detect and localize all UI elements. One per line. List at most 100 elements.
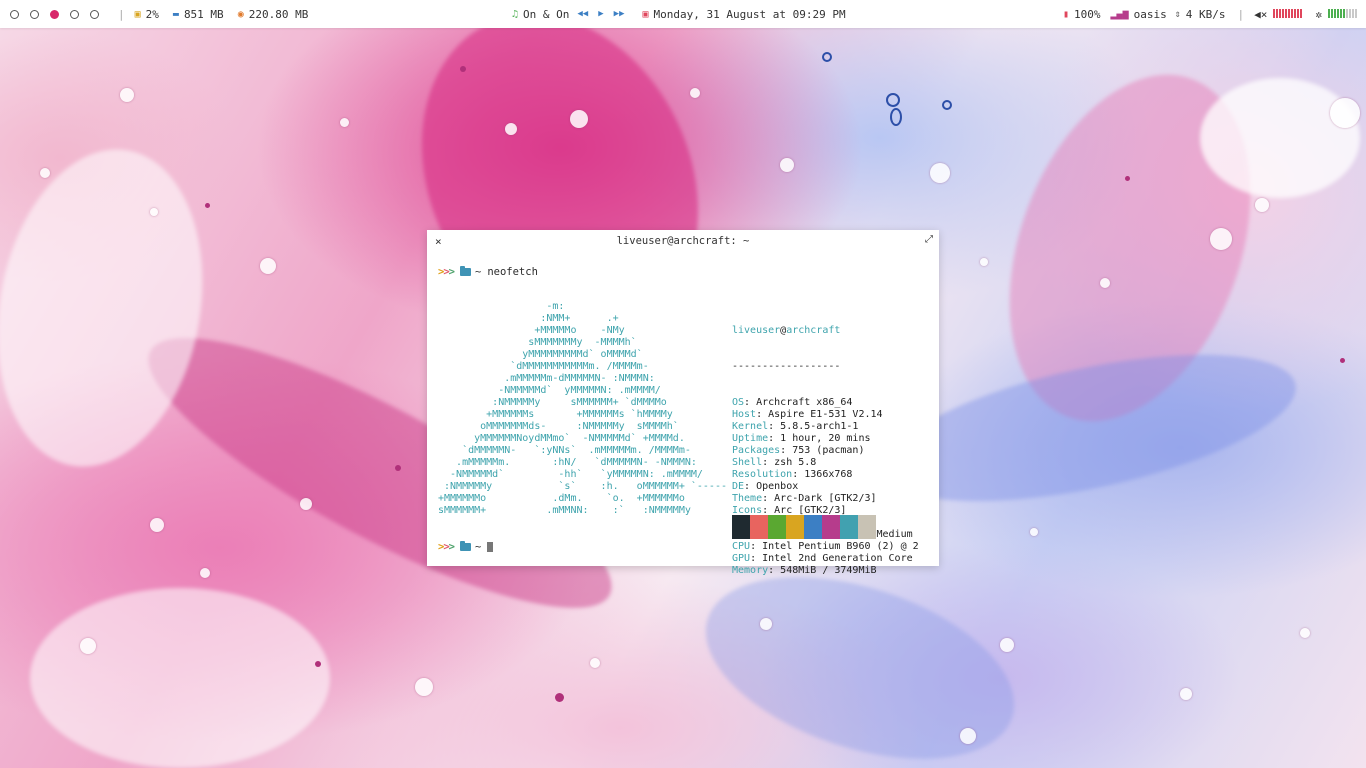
info-row: Packages: 753 (pacman) [732,445,865,456]
info-row: Resolution: 1366x768 [732,469,853,480]
volume-icon[interactable]: ◀× [1254,8,1267,21]
cpu-icon: ▣ [134,8,141,20]
terminal-body[interactable]: >>> ~ neofetch -m: :NMM+ .+ +MMMMMo -NMy… [427,252,939,576]
calendar-icon: ▣ [642,8,649,20]
info-row: Uptime: 1 hour, 20 mins [732,433,871,444]
ascii-line: oMMMMMMMds- :NMMMMMy sMMMMh` [438,421,679,432]
info-value: Intel 2nd Generation Core [762,553,913,564]
date-time: Monday, 31 August at 09:29 PM [653,7,846,21]
ascii-line: sMMMMMMMy -MMMMh` [438,337,637,348]
info-row: OS: Archcraft x86_64 [732,397,853,408]
network-name: oasis [1133,7,1167,21]
music-note-icon: ♫ [512,8,519,20]
ascii-line: `dMMMMMN- `:yNNs` .mMMMMMm. /MMMMm- [438,445,691,456]
color-palette [732,515,876,539]
info-key: OS [732,397,745,408]
next-icon[interactable]: ▶▶ [614,9,625,19]
previous-icon[interactable]: ◀◀ [577,9,588,19]
right-modules: ▮ 100% ▂▄▆ oasis ⇕ 4 KB/s | ◀× ✲ [1063,0,1358,28]
window-title: liveuser@archcraft: ~ [616,235,750,247]
text-cursor[interactable] [487,542,494,552]
terminal-titlebar[interactable]: × liveuser@archcraft: ~ ⤢ [427,230,939,252]
signal-icon: ▂▄▆ [1110,8,1129,20]
info-row: Memory: 548MiB / 3749MiB [732,565,877,576]
info-value: Archcraft x86_64 [756,397,853,408]
maximize-icon[interactable]: ⤢ [925,234,933,245]
ascii-line: yMMMMMMMMMd` oMMMMd` [438,349,643,360]
ascii-line: yMMMMMMNoydMMmo` -NMMMMMd` +MMMMd. [438,433,685,444]
info-key: Shell [732,457,763,468]
palette-swatch [732,515,750,539]
network-speed: 4 KB/s [1185,7,1226,21]
volume-slider[interactable] [1273,8,1303,21]
ascii-line: .mMMMMMm. :hN/ `dMMMMMN- -NMMMN: [438,457,697,468]
info-rule: ------------------ [732,361,841,372]
info-value: 548MiB / 3749MiB [780,565,877,576]
separator: | [1237,7,1245,21]
info-key: Resolution [732,469,793,480]
center-modules: ♫ On & On ◀◀ ▶ ▶▶ ▣ Monday, 31 August at… [512,0,860,28]
info-row: Host: Aspire E1-531 V2.14 [732,409,883,420]
ascii-line: +MMMMMMo .dMm. `o. +MMMMMMo [438,493,685,504]
memory-module[interactable]: ▬ 851 MB [173,8,224,21]
info-value: 753 (pacman) [792,445,865,456]
brightness-icon[interactable]: ✲ [1315,8,1322,21]
workspace-1[interactable] [10,9,19,19]
info-value: 1 hour, 20 mins [780,433,871,444]
music-module[interactable]: ♫ On & On [512,8,569,21]
info-row: CPU: Intel Pentium B960 (2) @ 2 [732,541,919,552]
ascii-line: :NMMMMMy sMMMMMM+ `dMMMMo [438,397,667,408]
palette-swatch [804,515,822,539]
prompt-dir: ~ [474,541,482,553]
workspace-4[interactable] [70,9,79,19]
info-key: Host [732,409,757,420]
cpu-module[interactable]: ▣ 2% [135,8,159,21]
info-key: DE [732,481,745,492]
network-module[interactable]: ▂▄▆ oasis ⇕ 4 KB/s [1111,8,1226,21]
system-info: liveuser@archcraft ------------------ OS… [732,301,919,601]
disk-icon: ◉ [237,8,244,20]
user-host: liveuser@archcraft [732,325,841,336]
brightness-slider[interactable] [1328,8,1358,21]
command-text: neofetch [487,266,538,278]
info-row: Shell: zsh 5.8 [732,457,817,468]
workspace-3[interactable] [50,9,59,19]
ascii-line: :NMMMMMy `s` :h. oMMMMMM+ `----- [438,481,727,492]
memory-icon: ▬ [172,8,179,20]
info-row: Kernel: 5.8.5-arch1-1 [732,421,859,432]
ascii-line: -NMMMMMd` -hh` `yMMMMMN: .mMMMM/ [438,469,703,480]
close-icon[interactable]: × [435,235,442,248]
ascii-logo: -m: :NMM+ .+ +MMMMMo -NMy sMMMMMMMy -MMM… [438,301,727,517]
info-value: Openbox [756,481,799,492]
disk-module[interactable]: ◉ 220.80 MB [238,8,309,21]
palette-swatch [786,515,804,539]
battery-module[interactable]: ▮ 100% [1063,8,1101,21]
info-value: Arc-Dark [GTK2/3] [774,493,877,504]
prompt-arrows-icon: >>> [438,266,455,278]
play-icon[interactable]: ▶ [598,9,603,19]
disk-usage: 220.80 MB [248,7,309,21]
info-value: Aspire E1-531 V2.14 [768,409,883,420]
music-status: On & On [523,7,570,21]
folder-icon [459,266,471,276]
palette-swatch [768,515,786,539]
folder-icon [459,541,471,551]
top-panel: | ▣ 2% ▬ 851 MB ◉ 220.80 MB ♫ On & On ◀◀… [0,0,1366,28]
prompt-line: >>> ~ neofetch [438,266,538,278]
ascii-line: +MMMMMo -NMy [438,325,625,336]
up-down-arrows-icon: ⇕ [1174,8,1181,20]
workspace-5[interactable] [90,9,99,19]
separator: | [118,7,125,21]
info-key: CPU [732,541,751,552]
ascii-line: :NMM+ .+ [438,313,619,324]
info-key: Theme [732,493,763,504]
clock-module[interactable]: ▣ Monday, 31 August at 09:29 PM [643,8,846,21]
info-key: Uptime [732,433,769,444]
terminal-window[interactable]: × liveuser@archcraft: ~ ⤢ >>> ~ neofetch… [427,230,939,576]
memory-usage: 851 MB [183,7,224,21]
prompt-arrows-icon: >>> [438,541,455,553]
active-prompt-line[interactable]: >>> ~ [438,541,494,553]
palette-swatch [840,515,858,539]
ascii-line: sMMMMMM+ .mMMNN: :` :NMMMMMy [438,505,691,516]
workspace-2[interactable] [30,9,39,19]
